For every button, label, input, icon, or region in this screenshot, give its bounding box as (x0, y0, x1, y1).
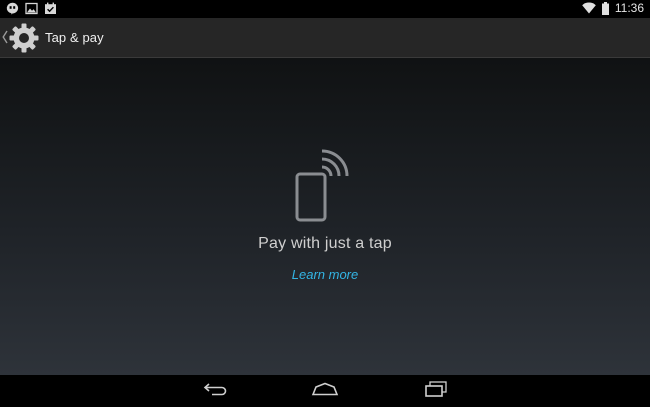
battery-icon (601, 1, 609, 15)
recents-icon (424, 380, 448, 402)
empty-state-headline: Pay with just a tap (258, 235, 392, 252)
action-bar: Tap & pay (0, 18, 650, 58)
home-icon (311, 382, 339, 401)
status-time: 11:36 (614, 1, 644, 15)
system-status-icons: 11:36 (582, 1, 644, 15)
phone-nfc-icon (293, 143, 357, 230)
back-icon (203, 382, 229, 401)
system-navigation-bar (0, 375, 650, 407)
recents-button[interactable] (412, 379, 460, 403)
tap-and-pay-empty-state: Pay with just a tap Learn more (0, 58, 650, 375)
hangouts-icon (6, 2, 19, 15)
settings-gear-icon (8, 22, 40, 59)
notification-icons (6, 2, 57, 15)
gallery-icon (25, 2, 38, 15)
home-button[interactable] (301, 379, 349, 403)
learn-more-link[interactable]: Learn more (0, 267, 650, 282)
up-navigation-button[interactable] (0, 18, 44, 58)
calendar-check-icon (44, 2, 57, 15)
wifi-icon (582, 2, 596, 14)
status-bar: 11:36 (0, 0, 650, 18)
action-bar-title: Tap & pay (45, 30, 104, 45)
screen: 11:36 Tap & pay Pay with just a tap Lear… (0, 0, 650, 407)
back-button[interactable] (192, 379, 240, 403)
